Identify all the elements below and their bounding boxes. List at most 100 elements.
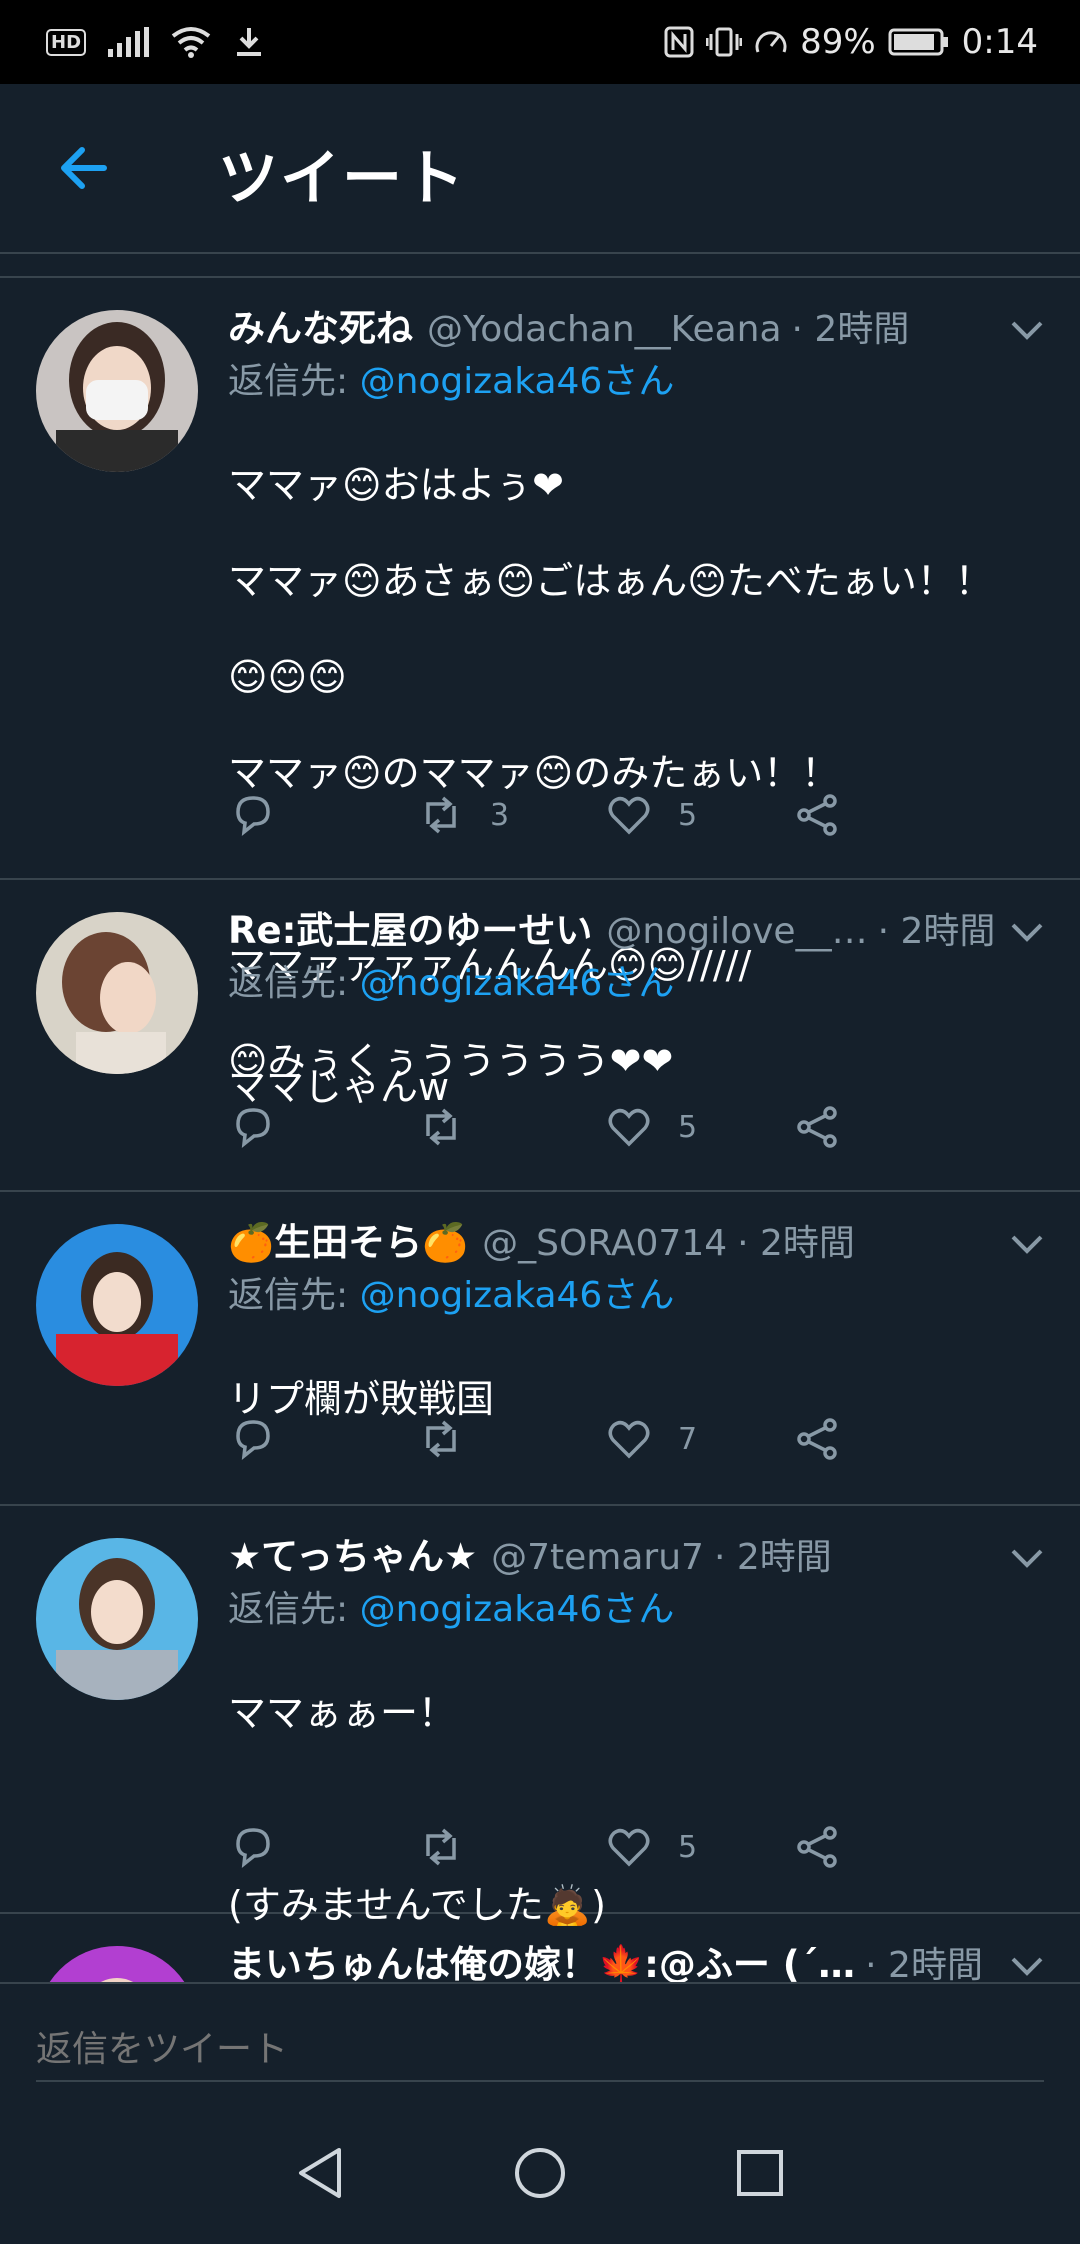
chevron-down-icon[interactable]: [1010, 920, 1044, 944]
wifi-icon: [171, 27, 211, 58]
tweet[interactable]: ★てっちゃん★ @7temaru7 · 2時間 返信先: @nogizaka46…: [0, 1506, 1080, 1927]
tweet-header: ★てっちゃん★ @7temaru7 · 2時間: [228, 1532, 1050, 1583]
share-button[interactable]: [792, 1822, 980, 1872]
reply-icon: [236, 1828, 270, 1869]
avatar[interactable]: [36, 310, 198, 472]
reply-icon: [236, 1108, 270, 1149]
back-arrow-icon[interactable]: [54, 138, 114, 198]
reply-prefix: 返信先:: [228, 1589, 349, 1630]
battery-percent: 89%: [800, 22, 876, 62]
share-button[interactable]: [792, 790, 980, 840]
reply-to-line: 返信先: @nogizaka46さん: [228, 1583, 1050, 1637]
share-icon: [797, 1106, 837, 1148]
like-button[interactable]: 5: [604, 790, 792, 840]
heart-icon: [608, 1828, 650, 1867]
reply-prefix: 返信先:: [228, 963, 349, 1004]
tweet[interactable]: 🍊生田そら🍊 @_SORA0714 · 2時間 返信先: @nogizaka46…: [0, 1192, 1080, 1506]
retweet-count: 3: [490, 797, 510, 833]
retweet-button[interactable]: [416, 1102, 604, 1152]
reply-to-line: 返信先: @nogizaka46さん: [228, 355, 1050, 409]
user-handle[interactable]: @7temaru7: [491, 1533, 704, 1583]
display-name[interactable]: まいちゅんは俺の嫁！🍁:@ふー (´…: [228, 1940, 855, 1984]
reply-icon: [236, 1420, 270, 1461]
nav-recents-button[interactable]: [725, 2138, 795, 2208]
reply-to-line: 返信先: @nogizaka46さん: [228, 957, 1050, 1011]
like-button[interactable]: 5: [604, 1822, 792, 1872]
app-bar: ツイート: [0, 84, 1080, 254]
tweet-time: · 2時間: [791, 309, 910, 350]
nav-home-button[interactable]: [505, 2138, 575, 2208]
display-name[interactable]: 🍊生田そら🍊: [228, 1218, 468, 1268]
heart-icon: [608, 1420, 650, 1459]
tweet-time: · 2時間: [737, 1223, 855, 1264]
clock: 0:14: [961, 22, 1038, 62]
retweet-icon: [426, 1828, 456, 1866]
chevron-down-icon[interactable]: [1010, 1232, 1044, 1256]
tweet-time: · 2時間: [713, 1537, 832, 1578]
hd-voice-icon: HD: [46, 28, 87, 56]
reply-to-line: 返信先: @nogizaka46さん: [228, 1269, 1050, 1323]
tweet-header: Re:武士屋のゆーせい @nogilove__… · 2時間: [228, 906, 1050, 957]
avatar[interactable]: [36, 1224, 198, 1386]
nav-back-button[interactable]: [285, 2138, 355, 2208]
page-title: ツイート: [218, 144, 466, 214]
retweet-button[interactable]: [416, 1414, 604, 1464]
share-button[interactable]: [792, 1102, 980, 1152]
tweet-content: ★てっちゃん★ @7temaru7 · 2時間 返信先: @nogizaka46…: [228, 1532, 1050, 1977]
reply-button[interactable]: [228, 1102, 416, 1152]
reply-mention-link[interactable]: @nogizaka46さん: [360, 1589, 675, 1630]
heart-icon: [608, 1108, 650, 1147]
download-icon: [237, 28, 262, 56]
tweet[interactable]: Re:武士屋のゆーせい @nogilove__… · 2時間 返信先: @nog…: [0, 880, 1080, 1192]
chevron-down-icon[interactable]: [1010, 1954, 1044, 1978]
reply-mention-link[interactable]: @nogizaka46さん: [360, 1275, 675, 1316]
reply-prefix: 返信先:: [228, 361, 349, 402]
tweet-time: · 2時間: [877, 911, 996, 952]
share-button[interactable]: [792, 1414, 980, 1464]
avatar[interactable]: [36, 1946, 198, 1984]
square-recents-icon: [737, 2150, 783, 2196]
reply-prefix: 返信先:: [228, 1275, 349, 1316]
user-handle[interactable]: @nogilove__…: [606, 907, 867, 957]
like-button[interactable]: 7: [604, 1414, 792, 1464]
retweet-button[interactable]: [416, 1822, 604, 1872]
tweet-list[interactable]: みんな死ね @Yodachan__Keana · 2時間 返信先: @nogiz…: [0, 276, 1080, 1984]
tweet-actions: 7: [228, 1414, 980, 1464]
status-bar: HD 89% 0:14: [0, 0, 1080, 84]
user-handle[interactable]: @_SORA0714: [482, 1219, 727, 1269]
nfc-icon: [664, 26, 694, 58]
heart-icon: [608, 796, 650, 835]
chevron-down-icon[interactable]: [1010, 318, 1044, 342]
like-button[interactable]: 5: [604, 1102, 792, 1152]
share-icon: [797, 794, 837, 836]
reply-input[interactable]: [36, 2018, 1044, 2082]
display-name[interactable]: Re:武士屋のゆーせい: [228, 906, 592, 956]
tweet[interactable]: まいちゅんは俺の嫁！🍁:@ふー (´… · 2時間: [0, 1914, 1080, 1984]
chevron-down-icon[interactable]: [1010, 1546, 1044, 1570]
user-handle[interactable]: @Yodachan__Keana: [427, 305, 782, 355]
tweet-header: みんな死ね @Yodachan__Keana · 2時間: [228, 304, 1050, 355]
triangle-back-icon: [299, 2148, 341, 2198]
retweet-icon: [426, 1420, 456, 1458]
tweet[interactable]: みんな死ね @Yodachan__Keana · 2時間 返信先: @nogiz…: [0, 278, 1080, 1083]
reply-mention-link[interactable]: @nogizaka46さん: [360, 361, 675, 402]
retweet-button[interactable]: 3: [416, 790, 604, 840]
display-name[interactable]: ★てっちゃん★: [228, 1532, 477, 1582]
reply-icon: [236, 796, 270, 837]
reply-button[interactable]: [228, 790, 416, 840]
vibrate-icon: [706, 27, 743, 57]
reply-button[interactable]: [228, 1414, 416, 1464]
circle-home-icon: [515, 2148, 565, 2198]
reply-mention-link[interactable]: @nogizaka46さん: [360, 963, 675, 1004]
tweet-header: まいちゅんは俺の嫁！🍁:@ふー (´… · 2時間: [228, 1940, 1050, 1984]
battery-icon: [888, 28, 948, 56]
cell-signal-icon: [108, 27, 150, 57]
tweet-body-line: 😊😊😊: [228, 655, 347, 699]
tweet-body-line: ママぁぁー！: [228, 1691, 457, 1735]
avatar[interactable]: [36, 1538, 198, 1700]
like-count: 5: [678, 797, 698, 833]
tweet-time: · 2時間: [865, 1945, 983, 1984]
reply-button[interactable]: [228, 1822, 416, 1872]
display-name[interactable]: みんな死ね: [228, 304, 413, 354]
avatar[interactable]: [36, 912, 198, 1074]
